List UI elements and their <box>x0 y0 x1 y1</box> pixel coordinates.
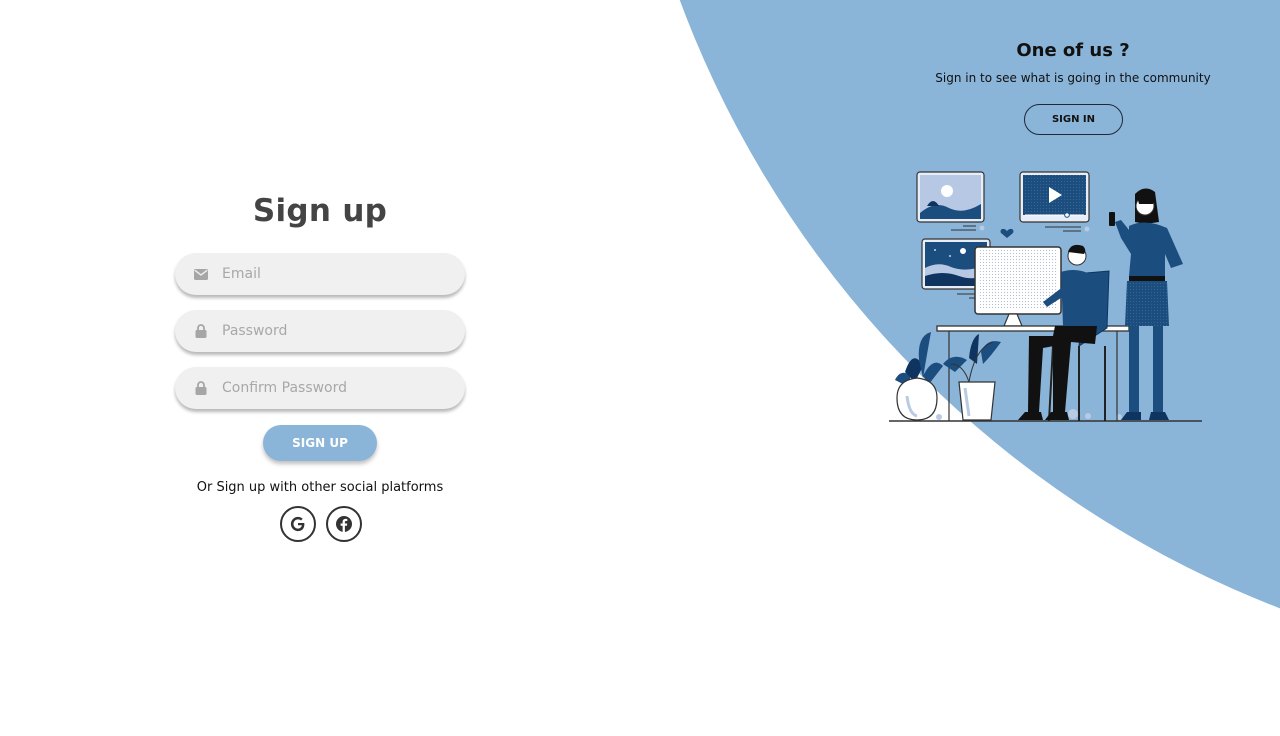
signup-title: Sign up <box>252 193 388 229</box>
google-signup-button[interactable] <box>280 506 316 542</box>
signup-button[interactable]: SIGN UP <box>263 425 377 461</box>
people-working-illustration <box>889 171 1202 422</box>
signin-button[interactable]: SIGN IN <box>1024 104 1123 135</box>
facebook-icon <box>336 516 352 532</box>
lock-icon <box>194 324 208 338</box>
signup-form: Sign up Email SIGN UP Or Sign up with ot… <box>0 0 640 736</box>
panel-subtitle: Sign in to see what is going in the comm… <box>935 71 1211 85</box>
email-field[interactable] <box>175 253 465 295</box>
lock-icon <box>194 381 208 395</box>
email-input[interactable] <box>222 266 452 282</box>
confirm-password-field[interactable] <box>175 367 465 409</box>
envelope-icon <box>194 267 208 281</box>
password-input[interactable] <box>222 323 452 339</box>
google-icon <box>290 516 305 532</box>
password-field[interactable] <box>175 310 465 352</box>
social-signup-text: Or Sign up with other social platforms <box>196 480 444 495</box>
facebook-signup-button[interactable] <box>326 506 362 542</box>
page: Sign up Email SIGN UP Or Sign up with ot… <box>0 0 1280 736</box>
confirm-password-input[interactable] <box>222 380 452 396</box>
panel-title: One of us ? <box>1016 40 1130 61</box>
